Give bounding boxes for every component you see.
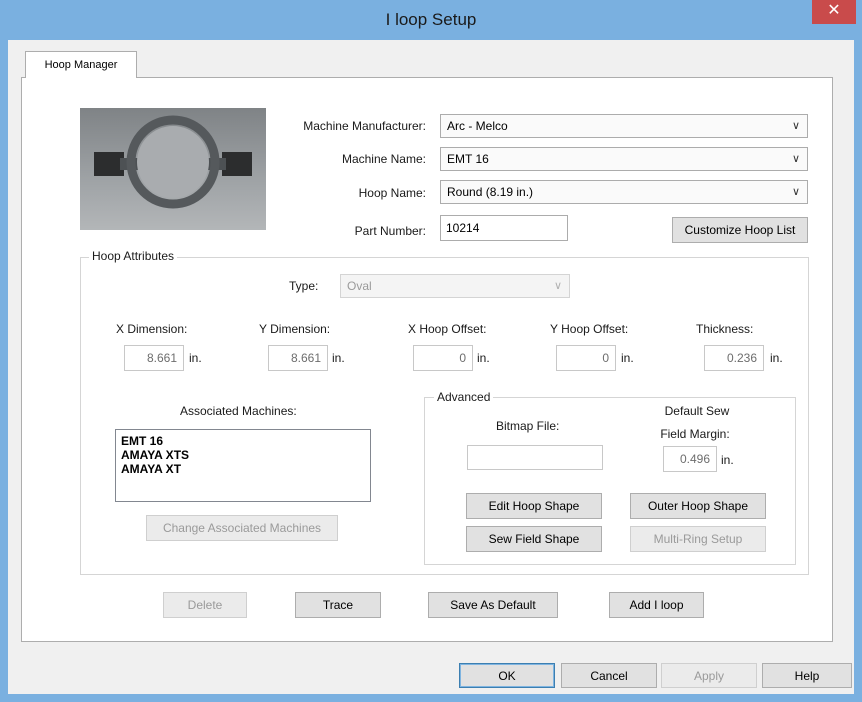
hoop-name-label: Hoop Name: bbox=[358, 186, 426, 200]
y-hoop-offset-field[interactable]: 0 bbox=[556, 345, 616, 371]
part-number-label: Part Number: bbox=[354, 224, 426, 238]
machine-name-dropdown[interactable]: EMT 16 ∨ bbox=[440, 147, 808, 171]
window-frame-left bbox=[0, 40, 8, 702]
machine-name-label: Machine Name: bbox=[341, 152, 426, 166]
part-number-field[interactable]: 10214 bbox=[440, 215, 568, 241]
customize-hoop-list-button[interactable]: Customize Hoop List bbox=[672, 217, 808, 243]
manufacturer-dropdown[interactable]: Arc - Melco ∨ bbox=[440, 114, 808, 138]
trace-button[interactable]: Trace bbox=[295, 592, 381, 618]
advanced-title: Advanced bbox=[434, 390, 494, 404]
chevron-down-icon: ∨ bbox=[791, 186, 800, 198]
associated-machines-label: Associated Machines: bbox=[180, 404, 297, 418]
window-frame-bottom bbox=[0, 694, 862, 702]
hoop-name-value: Round (8.19 in.) bbox=[447, 185, 534, 199]
y-dimension-label: Y Dimension: bbox=[259, 322, 331, 336]
default-sew-margin-unit: in. bbox=[721, 453, 734, 467]
x-dimension-unit: in. bbox=[189, 351, 202, 365]
machine-name-value: EMT 16 bbox=[447, 152, 489, 166]
thickness-field[interactable]: 0.236 bbox=[704, 345, 764, 371]
change-associated-machines-button: Change Associated Machines bbox=[146, 515, 338, 541]
hoop-name-dropdown[interactable]: Round (8.19 in.) ∨ bbox=[440, 180, 808, 204]
chevron-down-icon: ∨ bbox=[791, 153, 800, 165]
type-dropdown: Oval ∨ bbox=[340, 274, 570, 298]
help-button[interactable]: Help bbox=[762, 663, 852, 688]
delete-button: Delete bbox=[163, 592, 247, 618]
hoop-image bbox=[80, 108, 266, 230]
x-hoop-offset-unit: in. bbox=[477, 351, 490, 365]
window-frame-right bbox=[854, 40, 862, 702]
bitmap-file-field[interactable] bbox=[467, 445, 603, 470]
add-hoop-button[interactable]: Add I loop bbox=[609, 592, 704, 618]
list-item[interactable]: AMAYA XT bbox=[121, 462, 365, 476]
y-hoop-offset-unit: in. bbox=[621, 351, 634, 365]
cancel-button[interactable]: Cancel bbox=[561, 663, 657, 688]
multi-ring-setup-button: Multi-Ring Setup bbox=[630, 526, 766, 552]
bitmap-file-label: Bitmap File: bbox=[496, 419, 560, 433]
thickness-label: Thickness: bbox=[696, 322, 754, 336]
tab-hoop-manager[interactable]: Hoop Manager bbox=[25, 51, 137, 78]
close-icon[interactable]: ✕ bbox=[812, 0, 856, 24]
y-dimension-field[interactable]: 8.661 bbox=[268, 345, 328, 371]
manufacturer-label: Machine Manufacturer: bbox=[303, 119, 426, 133]
associated-machines-list[interactable]: EMT 16 AMAYA XTS AMAYA XT bbox=[115, 429, 371, 502]
default-sew-label-line1: Default Sew bbox=[664, 404, 730, 418]
sew-field-shape-button[interactable]: Sew Field Shape bbox=[466, 526, 602, 552]
y-hoop-offset-label: Y Hoop Offset: bbox=[550, 322, 629, 336]
window-title: I loop Setup bbox=[385, 10, 477, 29]
manufacturer-value: Arc - Melco bbox=[447, 119, 508, 133]
list-item[interactable]: EMT 16 bbox=[121, 434, 365, 448]
save-as-default-button[interactable]: Save As Default bbox=[428, 592, 558, 618]
hoop-attributes-title: Hoop Attributes bbox=[89, 249, 178, 263]
default-sew-label-line2: Field Margin: bbox=[660, 427, 730, 441]
edit-hoop-shape-button[interactable]: Edit Hoop Shape bbox=[466, 493, 602, 519]
x-hoop-offset-label: X Hoop Offset: bbox=[408, 322, 487, 336]
outer-hoop-shape-button[interactable]: Outer Hoop Shape bbox=[630, 493, 766, 519]
list-item[interactable]: AMAYA XTS bbox=[121, 448, 365, 462]
hoop-illustration bbox=[94, 115, 252, 209]
chevron-down-icon: ∨ bbox=[791, 120, 800, 132]
y-dimension-unit: in. bbox=[332, 351, 345, 365]
x-dimension-label: X Dimension: bbox=[116, 322, 188, 336]
x-dimension-field[interactable]: 8.661 bbox=[124, 345, 184, 371]
x-hoop-offset-field[interactable]: 0 bbox=[413, 345, 473, 371]
apply-button: Apply bbox=[661, 663, 757, 688]
type-label: Type: bbox=[289, 279, 319, 293]
default-sew-margin-field[interactable]: 0.496 bbox=[663, 446, 717, 472]
ok-button[interactable]: OK bbox=[459, 663, 555, 688]
thickness-unit: in. bbox=[770, 351, 783, 365]
type-value: Oval bbox=[347, 279, 372, 293]
chevron-down-icon: ∨ bbox=[553, 280, 562, 292]
